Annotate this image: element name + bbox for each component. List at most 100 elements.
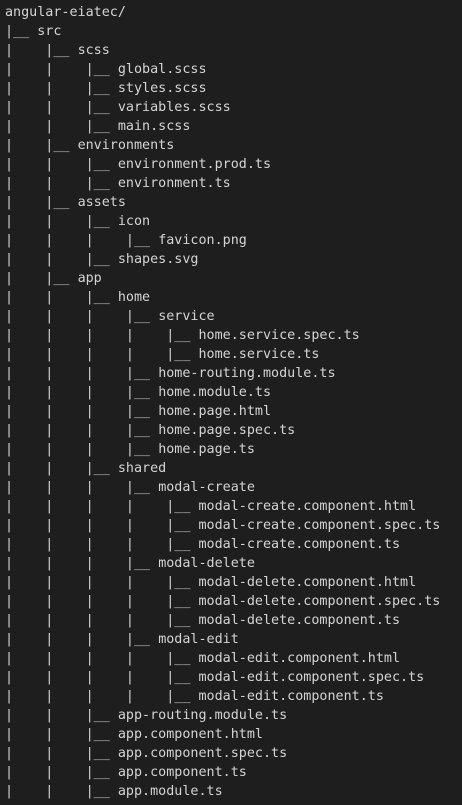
tree-line: | | | | |__ modal-delete.component.html xyxy=(5,573,462,592)
tree-entry-name: home.page.html xyxy=(158,404,272,419)
tree-entry-name: modal-edit.component.html xyxy=(198,651,401,666)
tree-entry-name: shared xyxy=(117,461,167,476)
tree-branch-prefix: | | | | |__ xyxy=(5,651,199,666)
tree-entry-name: modal-create.component.html xyxy=(198,499,417,514)
tree-entry-name: icon xyxy=(117,214,151,229)
tree-entry-name: shapes.svg xyxy=(117,252,199,267)
tree-branch-prefix: | | | | |__ xyxy=(5,347,199,362)
tree-branch-prefix: | | | | |__ xyxy=(5,518,199,533)
tree-branch-prefix: | | |__ xyxy=(5,708,118,723)
tree-branch-prefix: | | |__ xyxy=(5,784,118,799)
tree-entry-name: global.scss xyxy=(117,62,207,77)
tree-line: | | |__ environment.prod.ts xyxy=(5,155,462,174)
tree-line: | |__ app xyxy=(5,269,462,288)
tree-entry-name: app.component.html xyxy=(117,727,263,742)
tree-line: | |__ scss xyxy=(5,41,462,60)
tree-branch-prefix: | | |__ xyxy=(5,290,118,305)
tree-line: | | | |__ home.page.spec.ts xyxy=(5,421,462,440)
tree-entry-name: modal-delete xyxy=(158,556,255,571)
tree-branch-prefix: | | | | |__ xyxy=(5,537,199,552)
tree-line: | | |__ home xyxy=(5,288,462,307)
tree-line: | | | | |__ modal-edit.component.spec.ts xyxy=(5,668,462,687)
tree-line: | | | |__ modal-edit xyxy=(5,630,462,649)
tree-line: | | | |__ service xyxy=(5,307,462,326)
tree-branch-prefix: | | |__ xyxy=(5,100,118,115)
tree-branch-prefix: | | | | |__ xyxy=(5,689,199,704)
tree-entry-name: app.component.spec.ts xyxy=(117,746,288,761)
tree-branch-prefix: | | |__ xyxy=(5,746,118,761)
tree-entry-name: favicon.png xyxy=(158,233,247,248)
tree-branch-prefix: | |__ xyxy=(5,138,78,153)
tree-entry-name: home.service.ts xyxy=(198,347,320,362)
tree-line: | | | |__ home.page.ts xyxy=(5,440,462,459)
tree-branch-prefix: | | | |__ xyxy=(5,442,159,457)
tree-branch-prefix: | | |__ xyxy=(5,461,118,476)
tree-line: | |__ environments xyxy=(5,136,462,155)
tree-branch-prefix: | | | | |__ xyxy=(5,575,199,590)
tree-entry-name: home.service.spec.ts xyxy=(198,328,360,343)
tree-line: | | | |__ home-routing.module.ts xyxy=(5,364,462,383)
tree-entry-name: environment.ts xyxy=(117,176,231,191)
tree-line: | | | | |__ modal-edit.component.html xyxy=(5,649,462,668)
tree-line: | | |__ app.component.spec.ts xyxy=(5,744,462,763)
tree-line: | | | | |__ modal-create.component.ts xyxy=(5,535,462,554)
tree-branch-prefix: | | |__ xyxy=(5,727,118,742)
tree-line: | | | |__ home.module.ts xyxy=(5,383,462,402)
tree-branch-prefix: | | | |__ xyxy=(5,233,159,248)
tree-branch-prefix: | | | | |__ xyxy=(5,670,199,685)
tree-branch-prefix: | |__ xyxy=(5,43,78,58)
tree-branch-prefix: | | | |__ xyxy=(5,423,159,438)
tree-line: |__ src xyxy=(5,22,462,41)
tree-line: | | |__ app.component.html xyxy=(5,725,462,744)
tree-entry-name: service xyxy=(158,309,215,324)
tree-entry-name: app xyxy=(77,271,102,286)
tree-branch-prefix: | | | |__ xyxy=(5,309,159,324)
tree-branch-prefix: | | |__ xyxy=(5,214,118,229)
tree-entry-name: app-routing.module.ts xyxy=(117,708,288,723)
tree-entry-name: modal-create xyxy=(158,480,255,495)
tree-entry-name: modal-edit.component.ts xyxy=(198,689,384,704)
tree-entry-name: environment.prod.ts xyxy=(117,157,272,172)
tree-entry-name: assets xyxy=(77,195,126,210)
tree-entry-name: modal-edit.component.spec.ts xyxy=(198,670,425,685)
tree-branch-prefix: | |__ xyxy=(5,271,78,286)
tree-entry-name: modal-create.component.ts xyxy=(198,537,401,552)
tree-branch-prefix: | | |__ xyxy=(5,119,118,134)
tree-line: | | | |__ modal-delete xyxy=(5,554,462,573)
tree-branch-prefix: | | |__ xyxy=(5,62,118,77)
tree-line: | | | | |__ modal-create.component.html xyxy=(5,497,462,516)
tree-line: | | |__ icon xyxy=(5,212,462,231)
tree-line: | | |__ app.component.ts xyxy=(5,763,462,782)
tree-branch-prefix: | | | | |__ xyxy=(5,594,199,609)
tree-line: | | |__ shapes.svg xyxy=(5,250,462,269)
tree-line: | | |__ app-routing.module.ts xyxy=(5,706,462,725)
tree-branch-prefix: | | | |__ xyxy=(5,366,159,381)
tree-entry-name: modal-delete.component.ts xyxy=(198,613,401,628)
directory-tree: angular-eiatec/|__ src | |__ scss | | |__ … xyxy=(0,0,462,805)
tree-entry-name: modal-delete.component.html xyxy=(198,575,417,590)
tree-line: | | | |__ modal-create xyxy=(5,478,462,497)
tree-line: | | | |__ home.page.html xyxy=(5,402,462,421)
tree-entry-name: app.component.ts xyxy=(117,765,247,780)
tree-entry-name: scss xyxy=(77,43,110,58)
tree-branch-prefix: |__ xyxy=(5,24,38,39)
tree-line: | | | | |__ modal-edit.component.ts xyxy=(5,687,462,706)
tree-line: | | | |__ favicon.png xyxy=(5,231,462,250)
tree-entry-name: home.page.ts xyxy=(158,442,255,457)
tree-branch-prefix: | | | |__ xyxy=(5,404,159,419)
tree-branch-prefix: | | |__ xyxy=(5,252,118,267)
tree-line: | | |__ environment.ts xyxy=(5,174,462,193)
tree-entry-name: main.scss xyxy=(117,119,191,134)
tree-entry-name: environments xyxy=(77,138,175,153)
tree-line: | | | | |__ modal-delete.component.spec.… xyxy=(5,592,462,611)
tree-line: | | |__ global.scss xyxy=(5,60,462,79)
tree-line: | | |__ app.module.ts xyxy=(5,782,462,801)
tree-branch-prefix: | | | | |__ xyxy=(5,613,199,628)
tree-entry-name: modal-create.component.spec.ts xyxy=(198,518,441,533)
tree-entry-name: home-routing.module.ts xyxy=(158,366,336,381)
tree-entry-name: modal-edit xyxy=(158,632,239,647)
tree-line: | | |__ main.scss xyxy=(5,117,462,136)
tree-line: | | |__ styles.scss xyxy=(5,79,462,98)
tree-entry-name: app.module.ts xyxy=(117,784,223,799)
tree-entry-name: home xyxy=(117,290,151,305)
